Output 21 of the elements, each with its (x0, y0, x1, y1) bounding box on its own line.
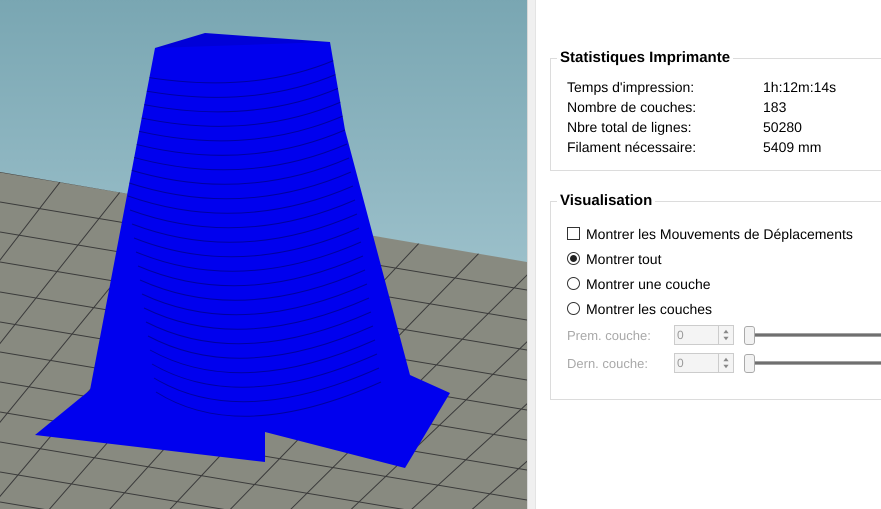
stat-label: Temps d'impression: (567, 78, 696, 96)
group-title: Statistiques Imprimante (557, 49, 734, 67)
radio-button[interactable] (567, 252, 580, 265)
spin-arrows-icon[interactable] (718, 353, 734, 373)
radio-button[interactable] (567, 277, 580, 290)
stat-value: 1h:12m:14s (763, 78, 838, 96)
stat-label: Nombre de couches: (567, 98, 698, 116)
stat-label: Nbre total de lignes: (567, 118, 693, 136)
stat-label: Filament nécessaire: (567, 138, 698, 156)
option-label[interactable]: Montrer les Mouvements de Déplacements (586, 226, 853, 242)
stat-value: 183 (763, 98, 788, 116)
radio-button[interactable] (567, 302, 580, 315)
stat-value: 50280 (763, 118, 803, 136)
layer-label: Dern. couche: (567, 356, 649, 370)
option-label[interactable]: Montrer les couches (586, 300, 712, 316)
stat-value: 5409 mm (763, 138, 822, 156)
layer-label: Prem. couche: (567, 328, 652, 342)
checkbox[interactable] (567, 227, 580, 240)
option-label[interactable]: Montrer tout (586, 250, 662, 266)
spin-arrows-icon[interactable] (718, 325, 734, 345)
option-label[interactable]: Montrer une couche (586, 276, 711, 292)
